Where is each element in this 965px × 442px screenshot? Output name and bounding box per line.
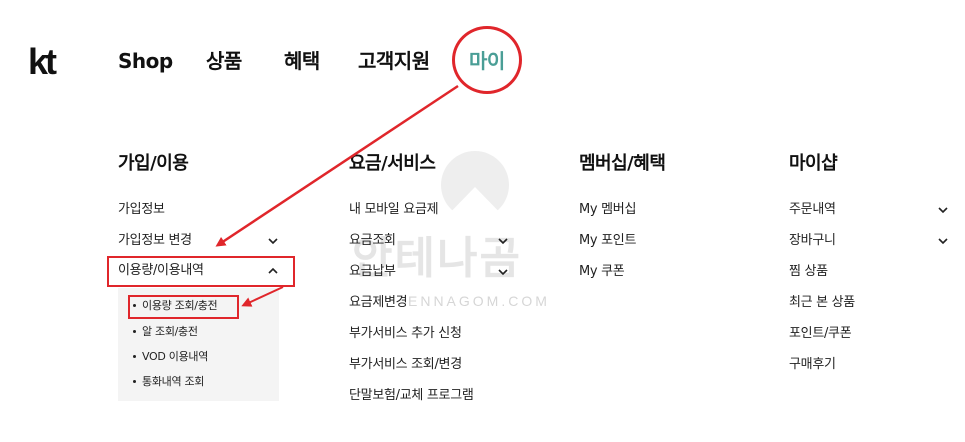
col-title-membership: 멤버십/혜택	[579, 153, 666, 174]
nav-support[interactable]: 고객지원	[358, 48, 430, 74]
menu-my-point[interactable]: My 포인트	[579, 232, 636, 250]
menu-my-mobile-plan[interactable]: 내 모바일 요금제	[349, 201, 439, 219]
chevron-down-icon[interactable]	[497, 266, 509, 278]
submenu-label: 통화내역 조회	[142, 375, 205, 388]
submenu-al-charge[interactable]: 알 조회/충전	[133, 325, 198, 339]
menu-reviews[interactable]: 구매후기	[789, 356, 836, 374]
col-title-join: 가입/이용	[118, 153, 189, 174]
nav-shop[interactable]: Shop	[118, 48, 173, 74]
menu-bill-payment[interactable]: 요금납부	[349, 263, 396, 281]
col-title-myshop: 마이샵	[789, 153, 838, 174]
menu-cart[interactable]: 장바구니	[789, 232, 836, 250]
chevron-down-icon[interactable]	[937, 235, 949, 247]
menu-my-membership[interactable]: My 멤버십	[579, 201, 636, 219]
chevron-down-icon[interactable]	[937, 204, 949, 216]
menu-point-coupon[interactable]: 포인트/쿠폰	[789, 325, 852, 343]
annotation-circle	[452, 26, 522, 94]
menu-addon-apply[interactable]: 부가서비스 추가 신청	[349, 325, 462, 343]
menu-join-info[interactable]: 가입정보	[118, 201, 165, 219]
menu-join-change[interactable]: 가입정보 변경	[118, 232, 192, 250]
watermark-url: ENNAGOM.COM	[408, 293, 550, 309]
menu-wishlist[interactable]: 찜 상품	[789, 263, 828, 281]
menu-bill-inquiry[interactable]: 요금조회	[349, 232, 396, 250]
submenu-label: VOD 이용내역	[142, 350, 209, 363]
menu-recent-viewed[interactable]: 최근 본 상품	[789, 294, 855, 312]
chevron-down-icon[interactable]	[267, 235, 279, 247]
bullet-icon	[133, 379, 136, 383]
menu-device-insurance[interactable]: 단말보험/교체 프로그램	[349, 387, 474, 405]
menu-addon-change[interactable]: 부가서비스 조회/변경	[349, 356, 462, 374]
chevron-down-icon[interactable]	[497, 235, 509, 247]
submenu-label: 알 조회/충전	[142, 325, 198, 338]
annotation-box-usage	[107, 256, 295, 287]
nav-products[interactable]: 상품	[206, 48, 242, 74]
nav-benefits[interactable]: 혜택	[284, 48, 320, 74]
bullet-icon	[133, 329, 136, 333]
kt-logo[interactable]: kt	[28, 44, 57, 80]
bullet-icon	[133, 354, 136, 358]
submenu-vod[interactable]: VOD 이용내역	[133, 350, 208, 364]
submenu-call-history[interactable]: 통화내역 조회	[133, 375, 204, 389]
menu-orders[interactable]: 주문내역	[789, 201, 836, 219]
menu-plan-change[interactable]: 요금제변경	[349, 294, 408, 312]
annotation-box-submenu	[128, 295, 239, 319]
menu-my-coupon[interactable]: My 쿠폰	[579, 263, 625, 281]
col-title-billing: 요금/서비스	[349, 153, 436, 174]
